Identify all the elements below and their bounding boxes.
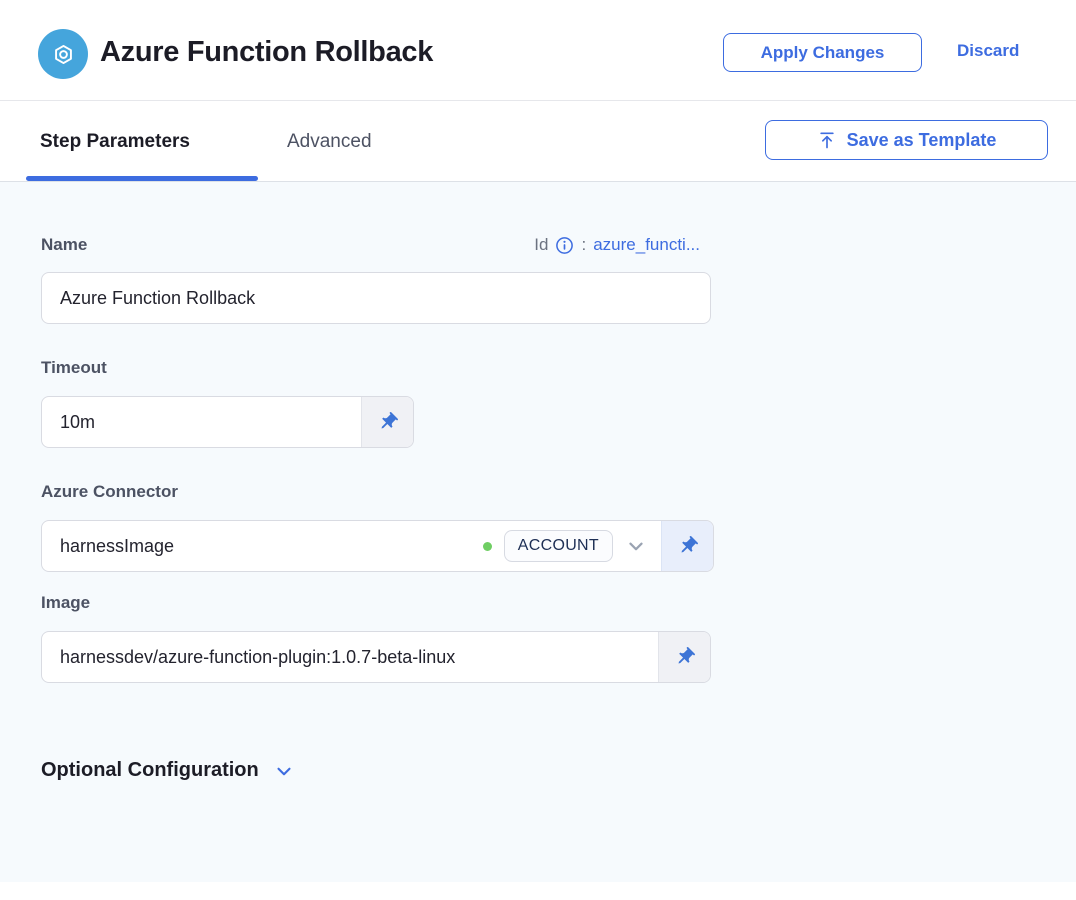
bottom-strip [0,882,1076,900]
timeout-input-type-button[interactable] [361,397,413,447]
id-colon: : [581,235,586,255]
discard-button[interactable]: Discard [957,41,1019,61]
info-icon[interactable] [555,236,574,255]
azure-connector-label: Azure Connector [41,482,178,502]
connector-input-type-button[interactable] [661,521,713,571]
connector-status-dot [483,542,492,551]
azure-connector-input[interactable] [42,521,483,571]
step-config-panel: Azure Function Rollback Apply Changes Di… [0,0,1076,900]
timeout-input[interactable] [42,397,361,447]
azure-connector-field: ACCOUNT [41,520,714,572]
pushpin-icon [377,411,399,433]
image-field [41,631,711,683]
save-as-template-button[interactable]: Save as Template [765,120,1048,160]
upload-icon [817,130,837,150]
chevron-down-icon [273,760,295,782]
connector-scope-badge: ACCOUNT [504,530,613,562]
optional-configuration-toggle[interactable]: Optional Configuration [41,759,295,782]
apply-changes-button[interactable]: Apply Changes [723,33,922,72]
name-label: Name [41,235,87,255]
tab-advanced[interactable]: Advanced [287,101,372,182]
timeout-label: Timeout [41,358,107,378]
tab-bar: Step Parameters Advanced Save as Templat… [0,101,1076,182]
active-tab-underline [26,176,258,181]
id-label: Id [534,235,548,255]
step-id-value[interactable]: azure_functi... [593,235,700,255]
image-input-type-button[interactable] [658,632,710,682]
panel-header: Azure Function Rollback Apply Changes Di… [0,0,1076,101]
page-title: Azure Function Rollback [100,36,433,69]
image-input[interactable] [42,632,658,682]
step-id-row: Id : azure_functi... [534,235,700,255]
tab-step-parameters[interactable]: Step Parameters [40,101,190,182]
pushpin-icon [674,646,696,668]
connector-extras: ACCOUNT [483,521,661,571]
timeout-field [41,396,414,448]
optional-configuration-label: Optional Configuration [41,759,259,782]
hexagon-nut-icon [50,41,77,68]
image-label: Image [41,593,90,613]
step-parameters-form: Name Id : azure_functi... Timeout Azure … [0,182,1076,882]
step-icon [38,29,88,79]
pushpin-icon [677,535,699,557]
chevron-down-icon[interactable] [625,535,647,557]
save-as-template-label: Save as Template [847,130,997,151]
name-input[interactable] [41,272,711,324]
